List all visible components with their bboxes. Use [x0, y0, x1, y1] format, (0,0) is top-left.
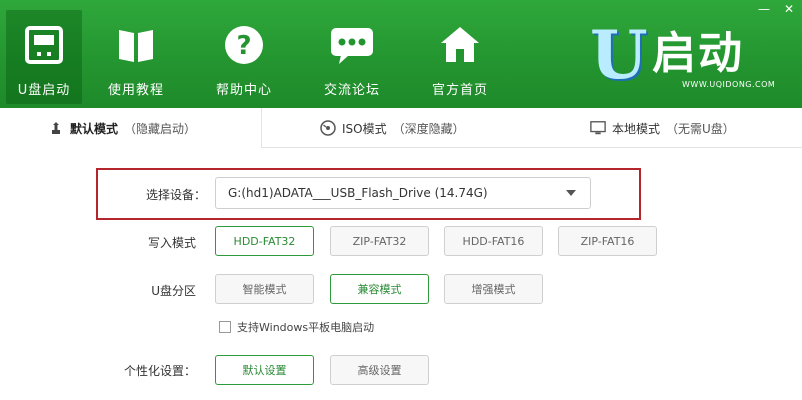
window-controls: — ✕ [758, 2, 794, 16]
option-label: 智能模式 [242, 283, 287, 296]
personalize-advanced-button[interactable]: 高级设置 [330, 355, 429, 385]
app-header: — ✕ U盘启动 使用教程 ? 帮助中心 交流论坛 官方首页 U 启动 WWW.… [0, 0, 802, 108]
close-button[interactable]: ✕ [784, 2, 794, 16]
option-label: 增强模式 [471, 283, 516, 296]
brand-logo: U 启动 WWW.UQIDONG.COM [590, 22, 790, 96]
write-mode-zip-fat32[interactable]: ZIP-FAT32 [330, 226, 429, 256]
tab-sublabel: （无需U盘） [666, 121, 735, 136]
tab-label: 本地模式 [612, 121, 661, 136]
main-nav: U盘启动 使用教程 ? 帮助中心 交流论坛 官方首页 [6, 10, 514, 104]
monitor-icon [590, 120, 606, 136]
partition-compatible-mode[interactable]: 兼容模式 [330, 274, 429, 304]
question-icon: ? [218, 19, 270, 71]
chat-bubble-icon [326, 19, 378, 71]
tab-default-mode[interactable]: 默认模式 （隐藏启动） [0, 108, 262, 148]
option-label: 高级设置 [357, 364, 402, 377]
tab-sublabel: （隐藏启动） [124, 121, 197, 136]
home-icon [434, 19, 486, 71]
usb-small-icon [48, 120, 64, 136]
nav-label: 官方首页 [431, 83, 488, 98]
windows-tablet-checkbox[interactable] [219, 321, 231, 333]
settings-panel: 选择设备： G:(hd1)ADATA___USB_Flash_Drive (14… [0, 149, 802, 400]
option-label: ZIP-FAT16 [580, 234, 635, 248]
partition-enhanced-mode[interactable]: 增强模式 [444, 274, 543, 304]
personalize-default-button[interactable]: 默认设置 [215, 355, 314, 385]
windows-tablet-label: 支持Windows平板电脑启动 [237, 321, 375, 334]
windows-tablet-option: 支持Windows平板电脑启动 [219, 319, 374, 335]
disc-icon [320, 120, 336, 136]
nav-help[interactable]: ? 帮助中心 [190, 10, 298, 104]
device-label: 选择设备： [145, 188, 206, 202]
option-label: ZIP-FAT32 [352, 234, 407, 248]
tab-label: ISO模式 [342, 121, 387, 136]
write-mode-hdd-fat32[interactable]: HDD-FAT32 [215, 226, 314, 256]
write-mode-zip-fat16[interactable]: ZIP-FAT16 [558, 226, 657, 256]
tab-iso-mode[interactable]: ISO模式 （深度隐藏） [320, 108, 465, 148]
write-mode-label: 写入模式 [147, 236, 196, 250]
nav-label: 使用教程 [107, 83, 164, 98]
nav-label: U盘启动 [17, 83, 71, 98]
mode-tabs: 默认模式 （隐藏启动） ISO模式 （深度隐藏） 本地模式 （无需U盘） [0, 108, 802, 148]
device-select[interactable]: G:(hd1)ADATA___USB_Flash_Drive (14.74G) [215, 177, 591, 209]
tab-local-mode[interactable]: 本地模式 （无需U盘） [590, 108, 735, 148]
tab-label: 默认模式 [70, 121, 119, 136]
chevron-down-icon [566, 190, 576, 196]
logo-url: WWW.UQIDONG.COM [682, 80, 776, 89]
logo-text: 启动 [652, 28, 744, 79]
device-value: G:(hd1)ADATA___USB_Flash_Drive (14.74G) [228, 186, 488, 200]
write-mode-hdd-fat16[interactable]: HDD-FAT16 [444, 226, 543, 256]
svg-text:?: ? [236, 31, 251, 61]
nav-forum[interactable]: 交流论坛 [298, 10, 406, 104]
option-label: 兼容模式 [357, 283, 402, 296]
logo-letter: U [590, 16, 648, 94]
nav-label: 交流论坛 [323, 83, 380, 98]
partition-label: U盘分区 [151, 284, 196, 298]
nav-label: 帮助中心 [215, 83, 272, 98]
option-label: HDD-FAT16 [462, 234, 525, 248]
minimize-button[interactable]: — [758, 2, 770, 16]
partition-smart-mode[interactable]: 智能模式 [215, 274, 314, 304]
option-label: 默认设置 [242, 364, 287, 377]
personalize-label: 个性化设置： [123, 364, 196, 378]
tab-sublabel: （深度隐藏） [392, 121, 465, 136]
nav-usb-boot[interactable]: U盘启动 [6, 10, 82, 104]
option-label: HDD-FAT32 [233, 234, 296, 248]
nav-home[interactable]: 官方首页 [406, 10, 514, 104]
usb-drive-icon [18, 19, 70, 71]
nav-tutorial[interactable]: 使用教程 [82, 10, 190, 104]
book-icon [110, 19, 162, 71]
